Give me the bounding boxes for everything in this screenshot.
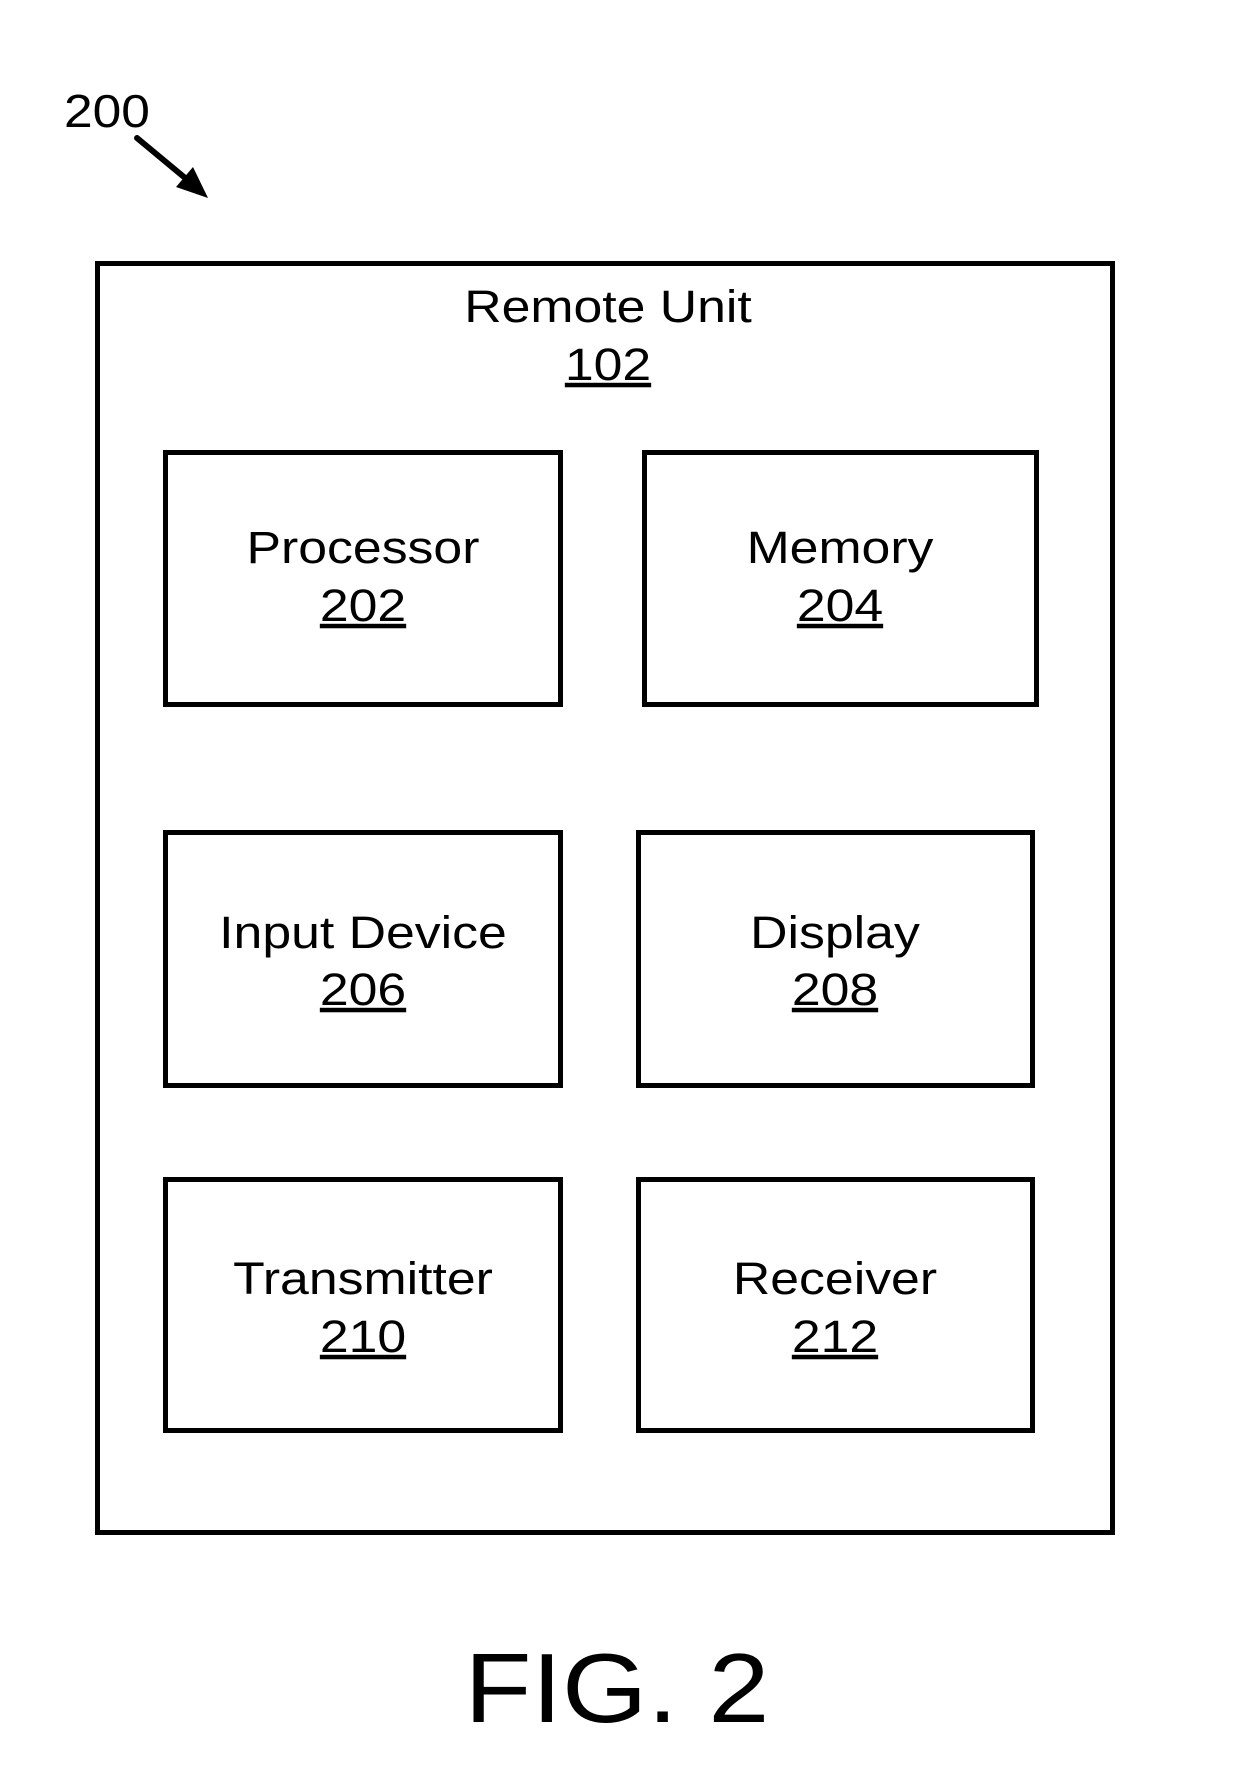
processor-number: 202 <box>320 581 406 631</box>
input-device-box <box>163 830 563 1088</box>
remote-unit-title: Remote Unit <box>464 282 752 332</box>
input-device-number: 206 <box>320 965 406 1015</box>
display-label: Display <box>750 908 920 958</box>
component-processor: Processor 202 <box>163 450 563 707</box>
component-input-device: Input Device 206 <box>163 830 563 1088</box>
pointer-arrow-icon <box>134 135 208 198</box>
component-receiver: Receiver 212 <box>636 1177 1035 1433</box>
memory-box <box>642 450 1039 707</box>
transmitter-box <box>163 1177 563 1433</box>
block-diagram: 200 Remote Unit 102 Processor 202 Memory… <box>64 86 1115 1744</box>
receiver-number: 212 <box>792 1312 878 1362</box>
processor-label: Processor <box>247 523 480 573</box>
memory-number: 204 <box>797 581 883 631</box>
processor-box <box>163 450 563 707</box>
reference-200: 200 <box>64 86 208 198</box>
transmitter-label: Transmitter <box>233 1254 493 1304</box>
remote-unit-number: 102 <box>565 340 651 390</box>
component-memory: Memory 204 <box>642 450 1039 707</box>
transmitter-number: 210 <box>320 1312 406 1362</box>
component-display: Display 208 <box>636 830 1035 1088</box>
display-box <box>636 830 1035 1088</box>
figure-caption: FIG. 2 <box>465 1634 770 1743</box>
receiver-label: Receiver <box>733 1254 937 1304</box>
reference-numeral: 200 <box>64 86 150 137</box>
receiver-box <box>636 1177 1035 1433</box>
display-number: 208 <box>792 965 878 1015</box>
input-device-label: Input Device <box>219 908 507 958</box>
memory-label: Memory <box>747 523 935 573</box>
component-transmitter: Transmitter 210 <box>163 1177 563 1433</box>
